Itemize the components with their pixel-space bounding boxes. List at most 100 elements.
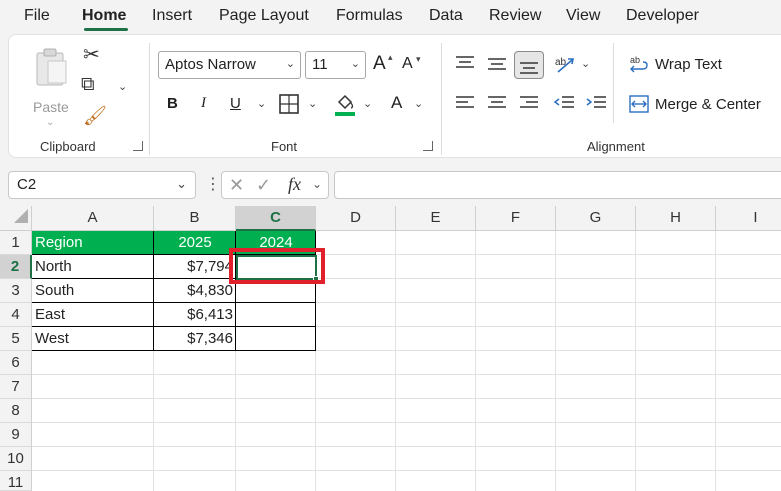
clipboard-group-label: Clipboard — [40, 139, 96, 154]
group-separator — [613, 43, 614, 123]
format-painter-icon[interactable]: 🖌 — [83, 107, 107, 126]
wrap-text-label: Wrap Text — [655, 56, 722, 73]
borders-dropdown-icon[interactable]: ⌄ — [308, 97, 317, 110]
merge-center-button[interactable]: Merge & Center — [629, 93, 774, 117]
cell-b5[interactable]: $7,346 — [154, 327, 236, 351]
font-size-value: 11 — [312, 56, 328, 73]
align-bottom-button[interactable] — [514, 51, 544, 79]
column-header-c[interactable]: C — [236, 206, 316, 231]
decrease-font-size-button[interactable]: A — [402, 55, 413, 73]
enter-icon[interactable]: ✓ — [256, 175, 271, 196]
row-header-4[interactable]: 4 — [0, 303, 32, 327]
font-name-select[interactable]: Aptos Narrow ⌄ — [158, 51, 301, 79]
increase-font-arrow-icon: ▴ — [388, 52, 393, 62]
menu-review[interactable]: Review — [489, 7, 541, 25]
menu-page-layout[interactable]: Page Layout — [219, 7, 309, 25]
font-color-button[interactable]: A — [388, 91, 408, 117]
orientation-icon[interactable]: ab — [553, 53, 575, 75]
column-header-i[interactable]: I — [716, 206, 781, 231]
font-color-glyph: A — [391, 93, 403, 112]
font-group-label: Font — [271, 139, 298, 154]
cell-a1[interactable]: Region — [32, 231, 154, 255]
cell-a4[interactable]: East — [32, 303, 154, 327]
cell-b3[interactable]: $4,830 — [154, 279, 236, 303]
borders-icon[interactable] — [279, 94, 299, 114]
font-name-value: Aptos Narrow — [165, 56, 256, 73]
menu-view[interactable]: View — [566, 7, 600, 25]
name-box[interactable]: C2 ⌄ — [8, 171, 196, 199]
fill-color-dropdown-icon[interactable]: ⌄ — [363, 97, 372, 110]
wrap-text-button[interactable]: ab Wrap Text — [629, 53, 739, 77]
menu-developer[interactable]: Developer — [626, 7, 699, 25]
ribbon: Paste ⌄ ✂ ⧉ ⌄ 🖌 Clipboard Aptos Narrow ⌄… — [8, 34, 781, 158]
row-header-7[interactable]: 7 — [0, 375, 32, 399]
more-options-icon[interactable]: ⋮ — [205, 174, 221, 194]
underline-dropdown-icon[interactable]: ⌄ — [257, 97, 266, 110]
copy-dropdown-icon[interactable]: ⌄ — [118, 80, 127, 93]
formula-input[interactable] — [334, 171, 781, 199]
menu-data[interactable]: Data — [429, 7, 463, 25]
column-header-d[interactable]: D — [316, 206, 396, 231]
menu-formulas[interactable]: Formulas — [336, 7, 403, 25]
chevron-down-icon: ⌄ — [285, 58, 295, 70]
font-color-dropdown-icon[interactable]: ⌄ — [414, 97, 423, 110]
increase-indent-icon[interactable] — [585, 95, 607, 111]
menu-file[interactable]: File — [24, 7, 50, 25]
column-header-f[interactable]: F — [476, 206, 556, 231]
align-bottom-icon — [520, 62, 538, 74]
column-header-a[interactable]: A — [32, 206, 154, 231]
align-center-icon[interactable] — [487, 95, 507, 111]
cell-b4[interactable]: $6,413 — [154, 303, 236, 327]
menu-home[interactable]: Home — [82, 7, 126, 25]
font-launcher-icon[interactable] — [423, 141, 433, 151]
align-middle-icon[interactable] — [487, 57, 507, 73]
row-header-9[interactable]: 9 — [0, 423, 32, 447]
column-header-h[interactable]: H — [636, 206, 716, 231]
cell-a2[interactable]: North — [32, 255, 154, 279]
column-header-e[interactable]: E — [396, 206, 476, 231]
clipboard-launcher-icon[interactable] — [133, 141, 143, 151]
underline-button[interactable]: U — [230, 95, 241, 112]
cell-c5[interactable] — [236, 327, 316, 351]
row-header-8[interactable]: 8 — [0, 399, 32, 423]
italic-button[interactable]: I — [201, 95, 206, 112]
align-right-icon[interactable] — [519, 95, 539, 111]
paste-button[interactable]: Paste ⌄ — [29, 45, 73, 128]
insert-function-button[interactable]: fx — [288, 174, 301, 195]
column-header-b[interactable]: B — [154, 206, 236, 231]
row-header-6[interactable]: 6 — [0, 351, 32, 375]
align-left-icon[interactable] — [455, 95, 475, 111]
clipboard-icon — [36, 48, 67, 86]
cell-a5[interactable]: West — [32, 327, 154, 351]
cut-icon[interactable]: ✂ — [83, 45, 100, 65]
cell-b1[interactable]: 2025 — [154, 231, 236, 255]
name-box-value: C2 — [17, 176, 37, 193]
decrease-font-arrow-icon: ▾ — [416, 54, 421, 64]
row-header-1[interactable]: 1 — [0, 231, 32, 255]
cancel-icon[interactable]: ✕ — [229, 175, 244, 196]
row-header-3[interactable]: 3 — [0, 279, 32, 303]
row-header-2[interactable]: 2 — [0, 255, 32, 279]
cell-b2[interactable]: $7,794 — [154, 255, 236, 279]
gridline — [32, 422, 781, 423]
gridline — [475, 231, 476, 491]
font-size-select[interactable]: 11 ⌄ — [305, 51, 366, 79]
align-top-icon[interactable] — [455, 55, 475, 71]
increase-font-size-button[interactable]: A — [373, 53, 386, 75]
chevron-down-icon[interactable]: ⌄ — [312, 177, 322, 191]
chevron-down-icon: ⌄ — [176, 176, 187, 191]
cell-c4[interactable] — [236, 303, 316, 327]
table-border — [32, 326, 316, 327]
fill-color-icon[interactable] — [334, 93, 356, 117]
column-header-g[interactable]: G — [556, 206, 636, 231]
menu-insert[interactable]: Insert — [152, 7, 192, 25]
cell-a3[interactable]: South — [32, 279, 154, 303]
row-header-5[interactable]: 5 — [0, 327, 32, 351]
gridline — [32, 374, 781, 375]
row-header-11[interactable]: 11 — [0, 471, 32, 491]
decrease-indent-icon[interactable] — [553, 95, 575, 111]
copy-icon[interactable]: ⧉ — [81, 75, 95, 94]
orientation-dropdown-icon[interactable]: ⌄ — [581, 57, 590, 70]
bold-button[interactable]: B — [167, 95, 178, 112]
row-header-10[interactable]: 10 — [0, 447, 32, 471]
